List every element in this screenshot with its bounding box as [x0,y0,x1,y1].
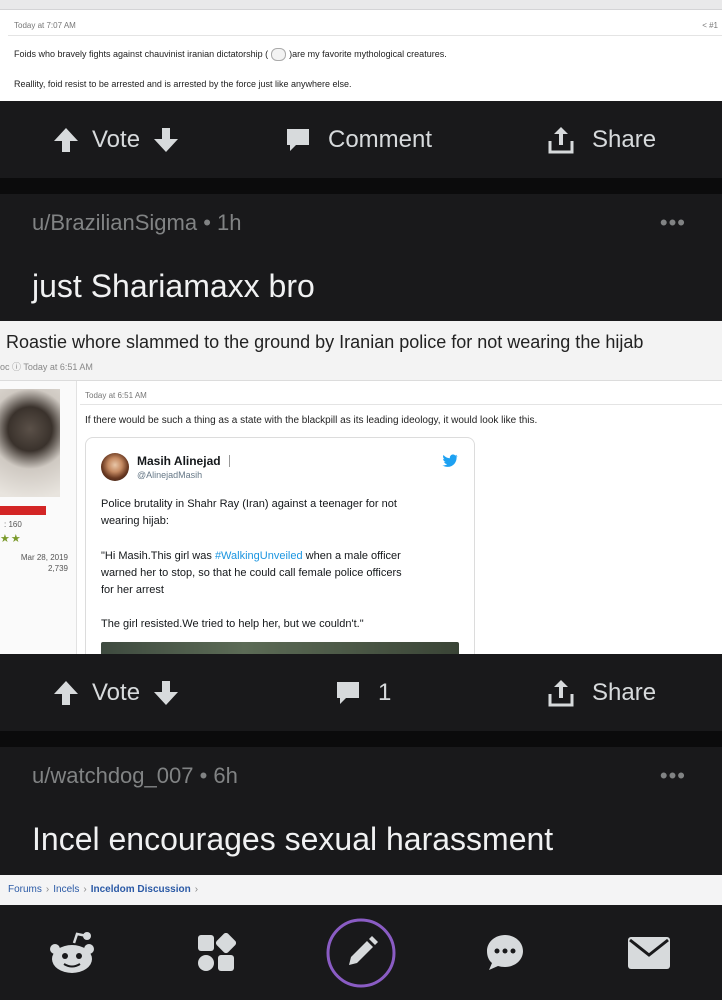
hashtag-link[interactable]: #WalkingUnveiled [215,550,303,562]
comment-bubble-icon [337,681,359,704]
embed-text-line1-a: Foids who bravely fights against chauvin… [14,48,269,59]
tweet-line6: The girl resisted.We tried to help her, … [101,618,364,630]
embedded-tweet[interactable]: Masih Alinejad @AlinejadMasih Police bru… [85,437,475,654]
thread-title: Roastie whore slammed to the ground by I… [6,332,644,352]
tweet-author-name: Masih Alinejad [137,454,221,468]
comment-count: 1 [378,678,392,706]
vote-label: Vote [92,125,141,153]
breadcrumb-chevron-icon: › [194,884,199,895]
user-post-count: 2,739 [47,564,68,573]
embed-share-info: < #1 [702,21,718,30]
tweet-media-image[interactable] [101,642,459,654]
twitter-bird-icon [442,454,458,467]
share-label: Share [592,125,657,153]
breadcrumb-chevron-icon: › [83,884,87,895]
post-author[interactable]: u/watchdog_007 • 6h [32,763,238,789]
pencil-create-icon [326,918,396,987]
post-separator [0,178,722,194]
more-options-icon[interactable]: ••• [660,210,686,236]
chat-bubble-icon [487,934,523,970]
reddit-snoo-icon [50,931,94,973]
smiley-icon [271,48,287,61]
comment-label: Comment [328,125,433,153]
post1-action-bar: Vote Comment Share [0,101,722,178]
embed-divider [8,35,722,36]
nav-create-post[interactable] [321,905,401,1000]
forum-post-divider [80,404,722,405]
user-avatar [0,389,60,497]
thread-subinfo: oc ⓘ Today at 6:51 AM [0,362,93,372]
vote-control: Vote [52,654,180,731]
share-upload-icon [548,126,574,153]
share-label: Share [592,678,657,706]
post2-card[interactable]: u/BrazilianSigma • 1h ••• just Shariamax… [0,194,722,321]
nav-chat[interactable] [465,905,545,1000]
comment-button[interactable]: Comment [284,101,432,178]
post2-action-bar: Vote 1 Share [0,654,722,731]
post1-embedded-screenshot[interactable]: Today at 7:07 AM < #1 Foids who bravely … [0,0,722,101]
nav-inbox[interactable] [609,905,689,1000]
share-button[interactable]: Share [546,101,656,178]
user-stars: ★★ [0,533,22,545]
bottom-navigation [0,905,722,1000]
tweet-line3-b: when a male officer [302,550,401,562]
embed-text-line1: Foids who bravely fights against chauvin… [14,48,447,61]
communities-grid-icon [198,932,236,971]
tweet-line1: Police brutality in Shahr Ray (Iran) aga… [101,498,397,510]
downvote-arrow-icon[interactable] [152,679,180,707]
embed-timestamp: Today at 7:07 AM [14,21,76,30]
embed-top-bar [0,0,722,10]
upvote-arrow-icon[interactable] [52,679,80,707]
user-sidebar: : 160 ★★ Mar 28, 2019 2,739 [0,381,77,654]
post2-embedded-screenshot[interactable]: Roastie whore slammed to the ground by I… [0,321,722,654]
breadcrumb-forums[interactable]: Forums [8,884,42,895]
user-rank-banner [0,506,46,515]
breadcrumb: Forums › Incels › Inceldom Discussion › [8,884,202,895]
tweet-handle: @AlinejadMasih [137,470,203,480]
forum-post-text: If there would be such a thing as a stat… [85,415,538,426]
breadcrumb-inceldom-discussion[interactable]: Inceldom Discussion [91,884,191,895]
flag-icon [229,455,241,467]
nav-home[interactable] [32,905,112,1000]
post-title[interactable]: just Shariamaxx bro [32,268,315,305]
vote-control: Vote [52,101,180,178]
tweet-line3: "Hi Masih.This girl was #WalkingUnveiled… [101,550,401,562]
share-button[interactable]: Share [546,654,656,731]
post3-embedded-screenshot[interactable]: Forums › Incels › Inceldom Discussion › [0,875,722,905]
downvote-arrow-icon[interactable] [152,126,180,154]
mail-envelope-icon [628,936,670,969]
user-joined-date: Mar 28, 2019 [20,553,68,562]
tweet-line5: for her arrest [101,584,164,596]
thread-header: Roastie whore slammed to the ground by I… [0,321,722,381]
breadcrumb-chevron-icon: › [45,884,50,895]
comment-button[interactable]: 1 [334,654,391,731]
user-badge-number: : 160 [4,520,22,529]
tweet-line3-a: "Hi Masih.This girl was [101,550,215,562]
vote-label: Vote [92,678,141,706]
comment-bubble-icon [287,128,309,151]
more-options-icon[interactable]: ••• [660,763,686,789]
breadcrumb-incels[interactable]: Incels [53,884,79,895]
post-title[interactable]: Incel encourages sexual harassment [32,821,553,858]
post3-card[interactable]: u/watchdog_007 • 6h ••• Incel encourages… [0,747,722,875]
nav-communities[interactable] [176,905,256,1000]
tweet-line2: wearing hijab: [101,515,169,527]
embed-text-line2: Reallity, foid resist to be arrested and… [14,79,352,89]
upvote-arrow-icon[interactable] [52,126,80,154]
tweet-avatar [101,453,129,481]
share-upload-icon [548,679,574,706]
embed-text-line1-b: )are my favorite mythological creatures. [289,48,447,59]
forum-post-timestamp: Today at 6:51 AM [85,391,147,400]
post-separator [0,731,722,747]
post-author[interactable]: u/BrazilianSigma • 1h [32,210,241,236]
tweet-line4: warned her to stop, so that he could cal… [101,567,402,579]
